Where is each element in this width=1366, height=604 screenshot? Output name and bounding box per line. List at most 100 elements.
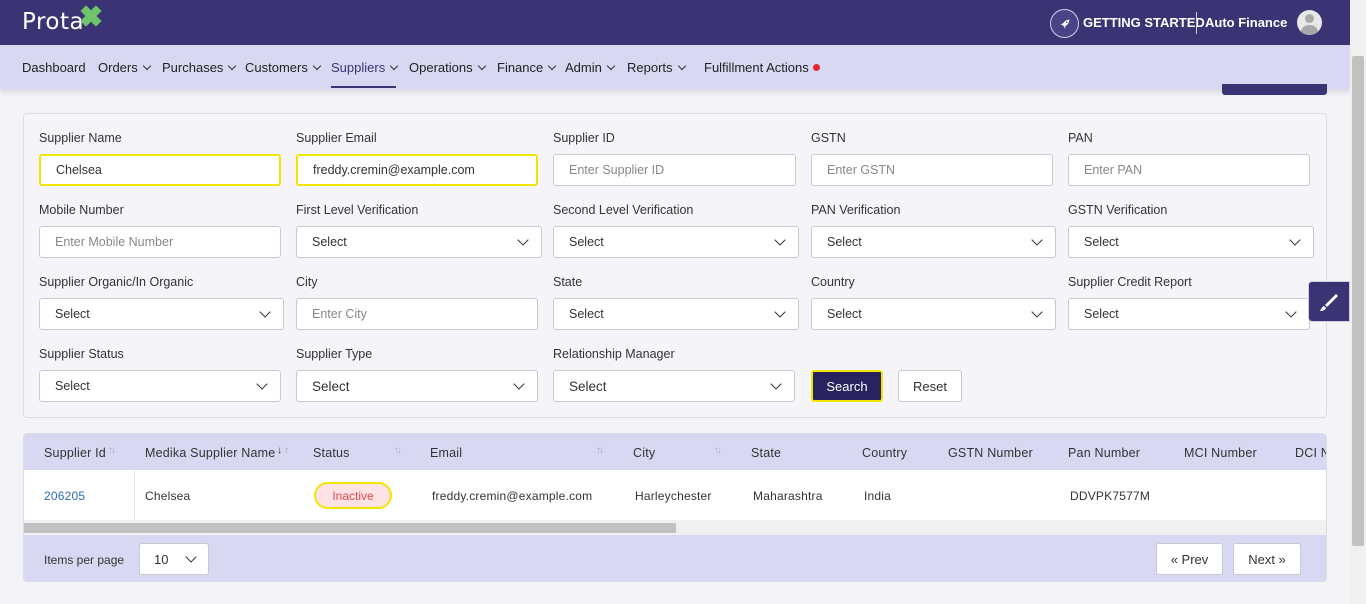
nav-label: Customers	[245, 60, 308, 75]
partially-hidden-button[interactable]	[1222, 84, 1327, 95]
select-value: Select	[569, 307, 604, 321]
sort-icon[interactable]: ↑↓	[714, 445, 722, 456]
pan-input[interactable]: Enter PAN	[1068, 154, 1310, 186]
select-value: Select	[569, 378, 607, 394]
chevron-down-icon	[770, 378, 782, 390]
sort-icon[interactable]: ↑↓	[596, 445, 604, 456]
nav-label: Operations	[409, 60, 473, 75]
cell-pan-number: DDVPK7577M	[1070, 489, 1151, 503]
reset-button[interactable]: Reset	[898, 370, 962, 402]
supplier-id-input[interactable]: Enter Supplier ID	[553, 154, 796, 186]
table-header: Supplier Id ↑↓ Medika Supplier Name ↓ ↑ …	[24, 434, 1326, 470]
header-divider	[1196, 12, 1197, 34]
supplier-organic-label: Supplier Organic/In Organic	[39, 275, 194, 289]
items-per-page-select[interactable]: 10	[139, 543, 209, 575]
column-header-status[interactable]: Status	[313, 446, 350, 460]
nav-admin[interactable]: Admin	[565, 60, 616, 75]
search-button[interactable]: Search	[811, 370, 883, 402]
column-header-supplier-id[interactable]: Supplier Id	[44, 446, 106, 460]
chevron-down-icon	[312, 61, 322, 71]
column-header-supplier-name[interactable]: Medika Supplier Name	[145, 446, 275, 460]
relationship-manager-select[interactable]: Select	[553, 370, 795, 402]
nav-purchases[interactable]: Purchases	[162, 60, 237, 75]
country-label: Country	[811, 275, 855, 289]
cell-state: Maharashtra	[753, 489, 823, 503]
getting-started-link[interactable]: GETTING STARTED	[1083, 15, 1205, 30]
chevron-down-icon	[1031, 234, 1043, 246]
column-header-country[interactable]: Country	[862, 446, 907, 460]
supplier-type-select[interactable]: Select	[296, 370, 538, 402]
second-level-verification-select[interactable]: Select	[553, 226, 799, 258]
nav-dashboard[interactable]: Dashboard	[22, 60, 86, 75]
nav-label: Orders	[98, 60, 138, 75]
nav-active-indicator	[331, 86, 396, 88]
nav-label: Dashboard	[22, 60, 86, 75]
user-avatar-icon[interactable]	[1297, 10, 1322, 35]
supplier-name-input[interactable]: Chelsea	[39, 154, 281, 186]
chevron-down-icon	[513, 378, 525, 390]
city-label: City	[296, 275, 318, 289]
chevron-down-icon	[774, 234, 786, 246]
cell-city: Harleychester	[635, 489, 712, 503]
column-header-email[interactable]: Email	[430, 446, 462, 460]
next-page-button[interactable]: Next »	[1233, 543, 1301, 575]
column-header-gstn-number[interactable]: GSTN Number	[948, 446, 1033, 460]
chevron-down-icon	[1285, 306, 1297, 318]
gstn-verification-label: GSTN Verification	[1068, 203, 1168, 217]
column-header-city[interactable]: City	[633, 446, 655, 460]
paintbrush-icon[interactable]	[1308, 281, 1350, 322]
second-level-verification-label: Second Level Verification	[553, 203, 694, 217]
pan-label: PAN	[1068, 131, 1093, 145]
horizontal-scrollbar-thumb[interactable]	[24, 523, 676, 533]
horizontal-scrollbar[interactable]	[24, 520, 1326, 535]
supplier-status-select[interactable]: Select	[39, 370, 281, 402]
supplier-credit-report-label: Supplier Credit Report	[1068, 275, 1192, 289]
country-select[interactable]: Select	[811, 298, 1056, 330]
chevron-down-icon	[548, 61, 557, 71]
column-header-dci-number[interactable]: DCI N	[1295, 446, 1326, 460]
supplier-organic-select[interactable]: Select	[39, 298, 284, 330]
sort-icon[interactable]: ↑	[284, 445, 289, 456]
logo-cross-icon	[80, 5, 102, 27]
nav-label: Reports	[627, 60, 673, 75]
select-value: Select	[827, 307, 862, 321]
pan-verification-select[interactable]: Select	[811, 226, 1056, 258]
brand-logo[interactable]: Prota	[22, 9, 84, 35]
sort-active-icon[interactable]: ↓	[277, 445, 282, 456]
nav-reports[interactable]: Reports	[627, 60, 686, 75]
column-header-pan-number[interactable]: Pan Number	[1068, 446, 1140, 460]
supplier-credit-report-select[interactable]: Select	[1068, 298, 1310, 330]
column-header-state[interactable]: State	[751, 446, 781, 460]
nav-customers[interactable]: Customers	[245, 60, 322, 75]
nav-finance[interactable]: Finance	[497, 60, 557, 75]
chevron-down-icon	[1031, 306, 1043, 318]
company-name[interactable]: Auto Finance	[1205, 15, 1287, 30]
first-level-verification-select[interactable]: Select	[296, 226, 542, 258]
supplier-email-label: Supplier Email	[296, 131, 377, 145]
cell-email: freddy.cremin@example.com	[432, 489, 593, 503]
nav-operations[interactable]: Operations	[409, 60, 486, 75]
status-badge: Inactive	[314, 482, 392, 509]
supplier-email-input[interactable]: freddy.cremin@example.com	[296, 154, 538, 186]
page-scrollbar-thumb[interactable]	[1352, 56, 1364, 546]
cell-supplier-id[interactable]: 206205	[44, 489, 85, 503]
nav-suppliers[interactable]: Suppliers	[331, 60, 399, 75]
sort-icon[interactable]: ↑↓	[394, 445, 402, 456]
mobile-number-input[interactable]: Enter Mobile Number	[39, 226, 281, 258]
top-bar: Prota GETTING STARTED Auto Finance	[0, 0, 1350, 45]
nav-label: Fulfillment Actions	[704, 60, 809, 75]
city-input[interactable]: Enter City	[296, 298, 538, 330]
nav-fulfillment-actions[interactable]: Fulfillment Actions	[704, 60, 820, 75]
select-value: Select	[569, 235, 604, 249]
nav-orders[interactable]: Orders	[98, 60, 151, 75]
supplier-status-label: Supplier Status	[39, 347, 124, 361]
state-select[interactable]: Select	[553, 298, 799, 330]
rocket-icon[interactable]	[1050, 9, 1079, 38]
gstn-input[interactable]: Enter GSTN	[811, 154, 1053, 186]
gstn-verification-select[interactable]: Select	[1068, 226, 1314, 258]
sort-icon[interactable]: ↑↓	[108, 445, 116, 456]
pan-verification-label: PAN Verification	[811, 203, 901, 217]
main-nav: Dashboard Orders Purchases Customers Sup…	[0, 45, 1350, 89]
column-header-mci-number[interactable]: MCI Number	[1184, 446, 1257, 460]
prev-page-button[interactable]: « Prev	[1156, 543, 1223, 575]
